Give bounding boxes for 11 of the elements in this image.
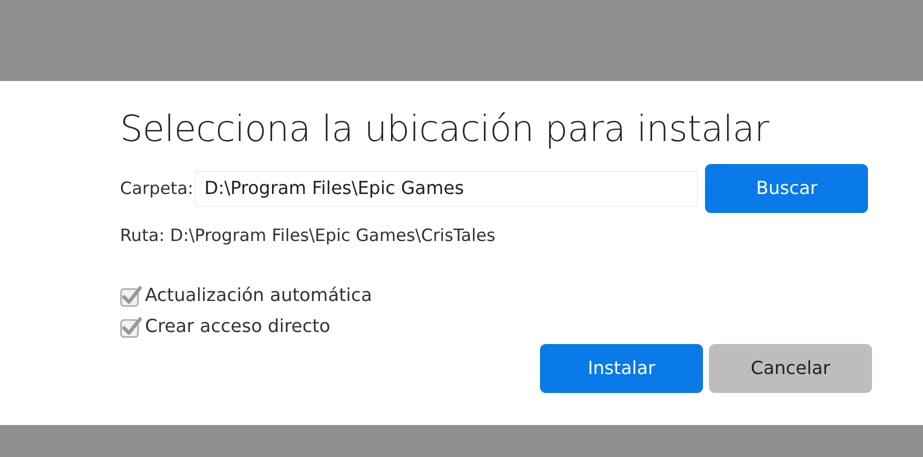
- install-button[interactable]: Instalar: [540, 344, 703, 393]
- checkbox[interactable]: [120, 316, 142, 338]
- option-label: Crear acceso directo: [145, 316, 330, 337]
- cancel-button[interactable]: Cancelar: [709, 344, 872, 393]
- dialog-title: Selecciona la ubicación para instalar: [120, 109, 770, 150]
- folder-label: Carpeta:: [120, 178, 194, 198]
- option-label: Actualización automática: [145, 285, 372, 306]
- checkbox[interactable]: [120, 284, 142, 306]
- install-path: Ruta: D:\Program Files\Epic Games\CrisTales: [120, 226, 496, 246]
- folder-field[interactable]: D:\Program Files\Epic Games: [195, 170, 698, 206]
- browse-button[interactable]: Buscar: [705, 164, 868, 213]
